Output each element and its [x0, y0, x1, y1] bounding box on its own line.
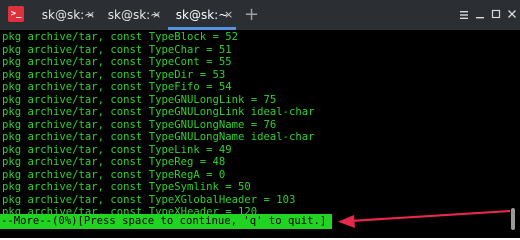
minimize-icon[interactable]: [472, 0, 488, 30]
menu-icon[interactable]: [456, 0, 472, 30]
new-tab-button[interactable]: +: [244, 0, 259, 30]
terminal-icon: >_: [8, 6, 24, 22]
close-icon[interactable]: [504, 0, 520, 30]
title-bar: >_ sk@sk:~ × sk@sk:~ × sk@sk:~ × +: [0, 0, 520, 30]
tab-label: sk@sk:~: [175, 8, 229, 22]
more-pager-prompt[interactable]: --More--(0%)[Press space to continue, 'q…: [0, 214, 332, 229]
tab-close-icon[interactable]: ×: [86, 0, 95, 30]
terminal-window: >_ sk@sk:~ × sk@sk:~ × sk@sk:~ × + pkg a…: [0, 0, 520, 238]
tab-close-icon[interactable]: ×: [152, 0, 161, 30]
maximize-icon[interactable]: [488, 0, 504, 30]
tab-close-icon[interactable]: ×: [224, 0, 233, 30]
annotation-arrow-icon: [338, 209, 511, 228]
